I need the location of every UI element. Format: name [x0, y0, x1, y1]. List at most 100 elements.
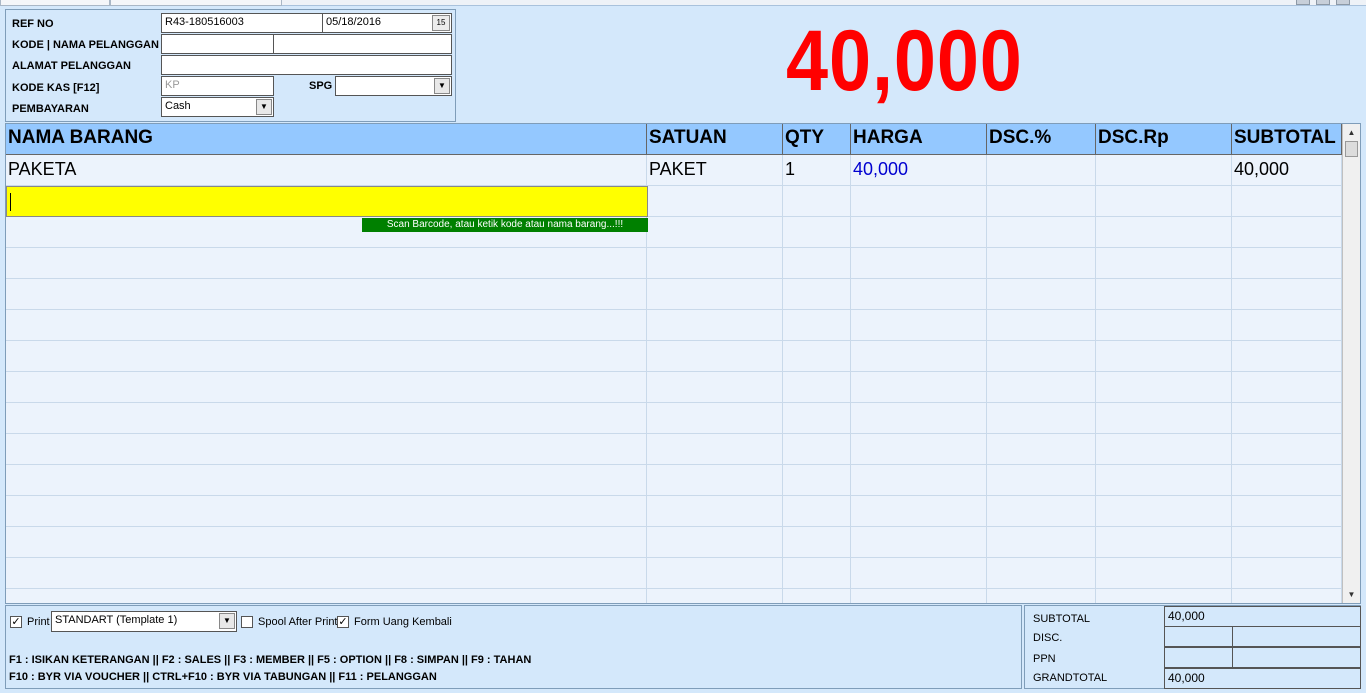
table-row[interactable] [6, 341, 1342, 372]
ref-no-field[interactable]: R43-180516003 [161, 13, 323, 33]
window-tab[interactable] [0, 0, 110, 6]
table-cell[interactable] [647, 217, 783, 248]
table-cell[interactable] [6, 527, 647, 558]
column-nama-barang[interactable]: NAMA BARANG [6, 124, 647, 155]
cell-dsc-pct[interactable] [987, 155, 1096, 186]
table-cell[interactable] [851, 310, 987, 341]
table-cell[interactable] [851, 465, 987, 496]
cell-satuan[interactable]: PAKET [647, 155, 783, 186]
table-cell[interactable] [783, 372, 851, 403]
table-cell[interactable] [987, 558, 1096, 589]
table-cell[interactable] [987, 248, 1096, 279]
table-cell[interactable] [851, 341, 987, 372]
table-cell[interactable] [6, 403, 647, 434]
table-cell[interactable] [647, 310, 783, 341]
table-cell[interactable] [987, 310, 1096, 341]
ppn-pct-field[interactable] [1164, 647, 1233, 668]
table-cell[interactable] [647, 279, 783, 310]
table-cell[interactable] [987, 589, 1096, 603]
table-cell[interactable] [851, 527, 987, 558]
table-cell[interactable] [783, 527, 851, 558]
table-cell[interactable] [6, 279, 647, 310]
table-cell[interactable] [851, 279, 987, 310]
chevron-down-icon[interactable]: ▼ [256, 99, 272, 115]
table-row[interactable] [6, 465, 1342, 496]
table-cell[interactable] [647, 403, 783, 434]
table-cell[interactable] [1096, 341, 1232, 372]
disc-pct-field[interactable] [1164, 626, 1233, 647]
table-cell[interactable] [783, 403, 851, 434]
table-row[interactable] [6, 496, 1342, 527]
table-cell[interactable] [1232, 527, 1342, 558]
table-cell[interactable] [1096, 248, 1232, 279]
table-cell[interactable] [851, 372, 987, 403]
table-cell[interactable] [1232, 403, 1342, 434]
table-cell[interactable] [851, 589, 987, 603]
table-cell[interactable] [1096, 403, 1232, 434]
table-cell[interactable] [783, 186, 851, 217]
pelanggan-code-field[interactable] [161, 34, 274, 54]
column-dsc-rp[interactable]: DSC.Rp [1096, 124, 1232, 155]
table-row[interactable] [6, 589, 1342, 603]
disc-value-field[interactable] [1232, 626, 1361, 647]
date-field[interactable]: 05/18/2016 15 [322, 13, 452, 33]
table-cell[interactable] [6, 341, 647, 372]
table-row[interactable] [6, 248, 1342, 279]
table-cell[interactable] [1096, 589, 1232, 603]
chevron-down-icon[interactable]: ▼ [434, 78, 450, 94]
restore-icon[interactable] [1316, 0, 1330, 5]
table-cell[interactable] [783, 310, 851, 341]
table-cell[interactable] [1232, 279, 1342, 310]
table-row[interactable] [6, 217, 1342, 248]
print-checkbox[interactable]: ✓ [10, 616, 22, 628]
table-cell[interactable] [783, 589, 851, 603]
table-cell[interactable] [987, 496, 1096, 527]
window-tab[interactable] [110, 0, 282, 6]
column-dsc-pct[interactable]: DSC.% [987, 124, 1096, 155]
table-cell[interactable] [1096, 186, 1232, 217]
table-cell[interactable] [851, 248, 987, 279]
table-cell[interactable] [1096, 527, 1232, 558]
grid-scrollbar[interactable]: ▲ ▼ [1342, 124, 1360, 603]
kode-kas-field[interactable]: KP [161, 76, 274, 96]
table-cell[interactable] [647, 527, 783, 558]
table-cell[interactable] [6, 465, 647, 496]
table-row[interactable] [6, 527, 1342, 558]
table-cell[interactable] [1232, 372, 1342, 403]
scroll-up-icon[interactable]: ▲ [1345, 126, 1358, 139]
table-cell[interactable] [1232, 217, 1342, 248]
template-select[interactable]: STANDART (Template 1) ▼ [51, 611, 237, 632]
table-cell[interactable] [6, 248, 647, 279]
alamat-field[interactable] [161, 55, 452, 75]
table-cell[interactable] [851, 434, 987, 465]
table-cell[interactable] [647, 589, 783, 603]
table-cell[interactable] [987, 403, 1096, 434]
cell-dsc-rp[interactable] [1096, 155, 1232, 186]
table-cell[interactable] [783, 341, 851, 372]
table-cell[interactable] [851, 558, 987, 589]
table-cell[interactable] [851, 217, 987, 248]
pembayaran-select[interactable]: Cash ▼ [161, 97, 274, 117]
table-row[interactable] [6, 279, 1342, 310]
table-cell[interactable] [1096, 465, 1232, 496]
calendar-icon[interactable]: 15 [432, 15, 450, 31]
table-cell[interactable] [647, 434, 783, 465]
table-cell[interactable] [6, 558, 647, 589]
table-cell[interactable] [987, 279, 1096, 310]
table-cell[interactable] [1096, 558, 1232, 589]
table-cell[interactable] [1096, 217, 1232, 248]
table-cell[interactable] [1232, 465, 1342, 496]
cell-nama[interactable]: PAKETA [6, 155, 647, 186]
table-cell[interactable] [987, 465, 1096, 496]
column-qty[interactable]: QTY [783, 124, 851, 155]
table-row[interactable] [6, 310, 1342, 341]
table-cell[interactable] [6, 372, 647, 403]
table-cell[interactable] [1232, 496, 1342, 527]
column-subtotal[interactable]: SUBTOTAL [1232, 124, 1342, 155]
column-harga[interactable]: HARGA [851, 124, 987, 155]
table-cell[interactable] [647, 372, 783, 403]
table-cell[interactable] [1096, 279, 1232, 310]
table-cell[interactable] [783, 496, 851, 527]
table-cell[interactable] [987, 434, 1096, 465]
table-cell[interactable] [987, 372, 1096, 403]
